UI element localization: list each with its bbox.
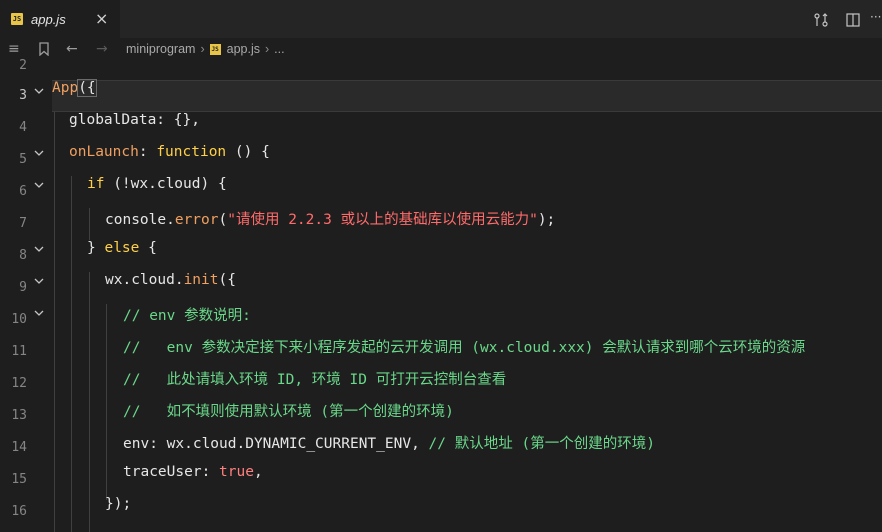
code-editor[interactable]: 2 3 4 5 6 7 8 9 10 11 12 13 14 15 16 App… <box>0 58 882 532</box>
line-number: 2 <box>19 58 27 73</box>
code-token: error <box>174 212 219 228</box>
fold-chevron-down-icon[interactable] <box>33 308 45 318</box>
bookmark-icon[interactable] <box>38 42 50 56</box>
code-token: ({ <box>218 272 236 288</box>
line-number: 3 <box>19 88 27 103</box>
code-line[interactable]: console.error("请使用 2.2.3 或以上的基础库以使用云能力")… <box>105 208 555 240</box>
code-token: : <box>138 144 157 160</box>
code-token: console. <box>105 212 175 228</box>
code-token: else <box>104 240 140 256</box>
indent-guide <box>89 272 90 532</box>
code-token: globalData: {}, <box>69 112 200 128</box>
indent-guide <box>54 112 55 532</box>
more-actions-icon[interactable]: ··· <box>870 10 882 26</box>
code-token: true <box>219 464 254 480</box>
code-line[interactable]: // env 参数说明: <box>123 304 251 336</box>
code-token: } <box>87 240 105 256</box>
fold-chevron-down-icon[interactable] <box>33 148 45 158</box>
line-number: 7 <box>19 216 27 231</box>
compare-changes-icon[interactable] <box>813 12 829 28</box>
line-number: 5 <box>19 152 27 167</box>
code-comment: // 默认地址 (第一个创建的环境) <box>428 436 655 452</box>
indent-guide <box>71 176 72 532</box>
line-number: 9 <box>19 280 27 295</box>
split-editor-icon[interactable] <box>845 12 861 28</box>
breadcrumb-symbol[interactable]: ... <box>274 42 284 56</box>
tab-bar: JS app.js × ··· <box>0 0 882 38</box>
fold-chevron-down-icon[interactable] <box>33 180 45 190</box>
code-token: () { <box>226 144 270 160</box>
line-number: 4 <box>19 120 27 135</box>
fold-chevron-down-icon[interactable] <box>33 276 45 286</box>
indent-guide <box>89 208 90 240</box>
code-token: wx.cloud. <box>105 272 184 288</box>
code-line[interactable]: traceUser: true, <box>123 464 263 496</box>
code-line[interactable]: wx.cloud.init({ <box>105 272 236 304</box>
code-token: ({ <box>77 79 97 97</box>
close-icon[interactable]: × <box>95 10 108 28</box>
breadcrumb-file[interactable]: app.js <box>227 42 260 56</box>
breadcrumb-bar: ≡ ← → miniprogram › JS app.js › ... <box>0 38 882 60</box>
code-token: ( <box>218 212 228 228</box>
code-token: env: wx.cloud.DYNAMIC_CURRENT_ENV, <box>123 436 429 452</box>
code-token: init <box>183 272 219 288</box>
line-number: 11 <box>11 344 27 359</box>
code-token: , <box>253 464 263 480</box>
line-number: 16 <box>11 504 27 519</box>
code-comment: // 如不填则使用默认环境 (第一个创建的环境) <box>123 404 454 420</box>
line-number: 15 <box>11 472 27 487</box>
code-token: traceUser: <box>123 464 220 480</box>
line-number: 14 <box>11 440 27 455</box>
code-comment: // env 参数决定接下来小程序发起的云开发调用 (wx.cloud.xxx)… <box>123 340 806 356</box>
line-number: 12 <box>11 376 27 391</box>
code-token: onLaunch <box>69 144 139 160</box>
code-line[interactable]: onLaunch: function () { <box>69 144 270 176</box>
fold-chevron-down-icon[interactable] <box>33 86 45 96</box>
code-line[interactable]: // 此处请填入环境 ID, 环境 ID 可打开云控制台查看 <box>123 368 506 400</box>
breadcrumb: miniprogram › JS app.js › ... <box>126 38 285 60</box>
current-line-highlight <box>52 80 882 112</box>
code-comment: // 此处请填入环境 ID, 环境 ID 可打开云控制台查看 <box>123 372 507 388</box>
tab-label: app.js <box>31 11 66 27</box>
javascript-file-icon: JS <box>209 43 221 55</box>
fold-chevron-down-icon[interactable] <box>33 244 45 254</box>
code-line[interactable]: }); <box>105 496 131 528</box>
code-token: ); <box>537 212 556 228</box>
code-line[interactable]: App({ <box>52 79 97 112</box>
code-token: if <box>87 176 105 192</box>
chevron-right-icon: › <box>265 42 270 56</box>
line-number-gutter: 2 3 4 5 6 7 8 9 10 11 12 13 14 15 16 <box>0 58 52 532</box>
code-token: "请使用 2.2.3 或以上的基础库以使用云能力" <box>227 212 538 228</box>
breadcrumb-folder[interactable]: miniprogram <box>126 42 195 56</box>
code-token: function <box>156 144 227 160</box>
code-line[interactable]: env: wx.cloud.DYNAMIC_CURRENT_ENV, // 默认… <box>123 432 655 464</box>
code-token: (!wx.cloud) { <box>104 176 227 192</box>
code-token: }); <box>105 496 132 512</box>
code-token: { <box>139 240 157 256</box>
code-comment: // env 参数说明: <box>123 308 251 324</box>
line-number: 10 <box>11 312 27 327</box>
code-line[interactable]: if (!wx.cloud) { <box>87 176 227 208</box>
line-number: 8 <box>19 248 27 263</box>
line-number: 6 <box>19 184 27 199</box>
code-line[interactable]: globalData: {}, <box>69 112 200 144</box>
indent-guide <box>106 304 107 500</box>
javascript-file-icon: JS <box>11 13 23 25</box>
forward-arrow-icon[interactable]: → <box>96 38 108 60</box>
chevron-right-icon: › <box>200 42 205 56</box>
back-arrow-icon[interactable]: ← <box>66 38 78 60</box>
code-line[interactable]: // 如不填则使用默认环境 (第一个创建的环境) <box>123 400 454 432</box>
code-token: App <box>52 80 79 96</box>
code-line[interactable]: // env 参数决定接下来小程序发起的云开发调用 (wx.cloud.xxx)… <box>123 336 805 368</box>
tab-app-js[interactable]: JS app.js × <box>0 0 120 38</box>
code-line[interactable]: } else { <box>87 240 157 272</box>
line-number: 13 <box>11 408 27 423</box>
